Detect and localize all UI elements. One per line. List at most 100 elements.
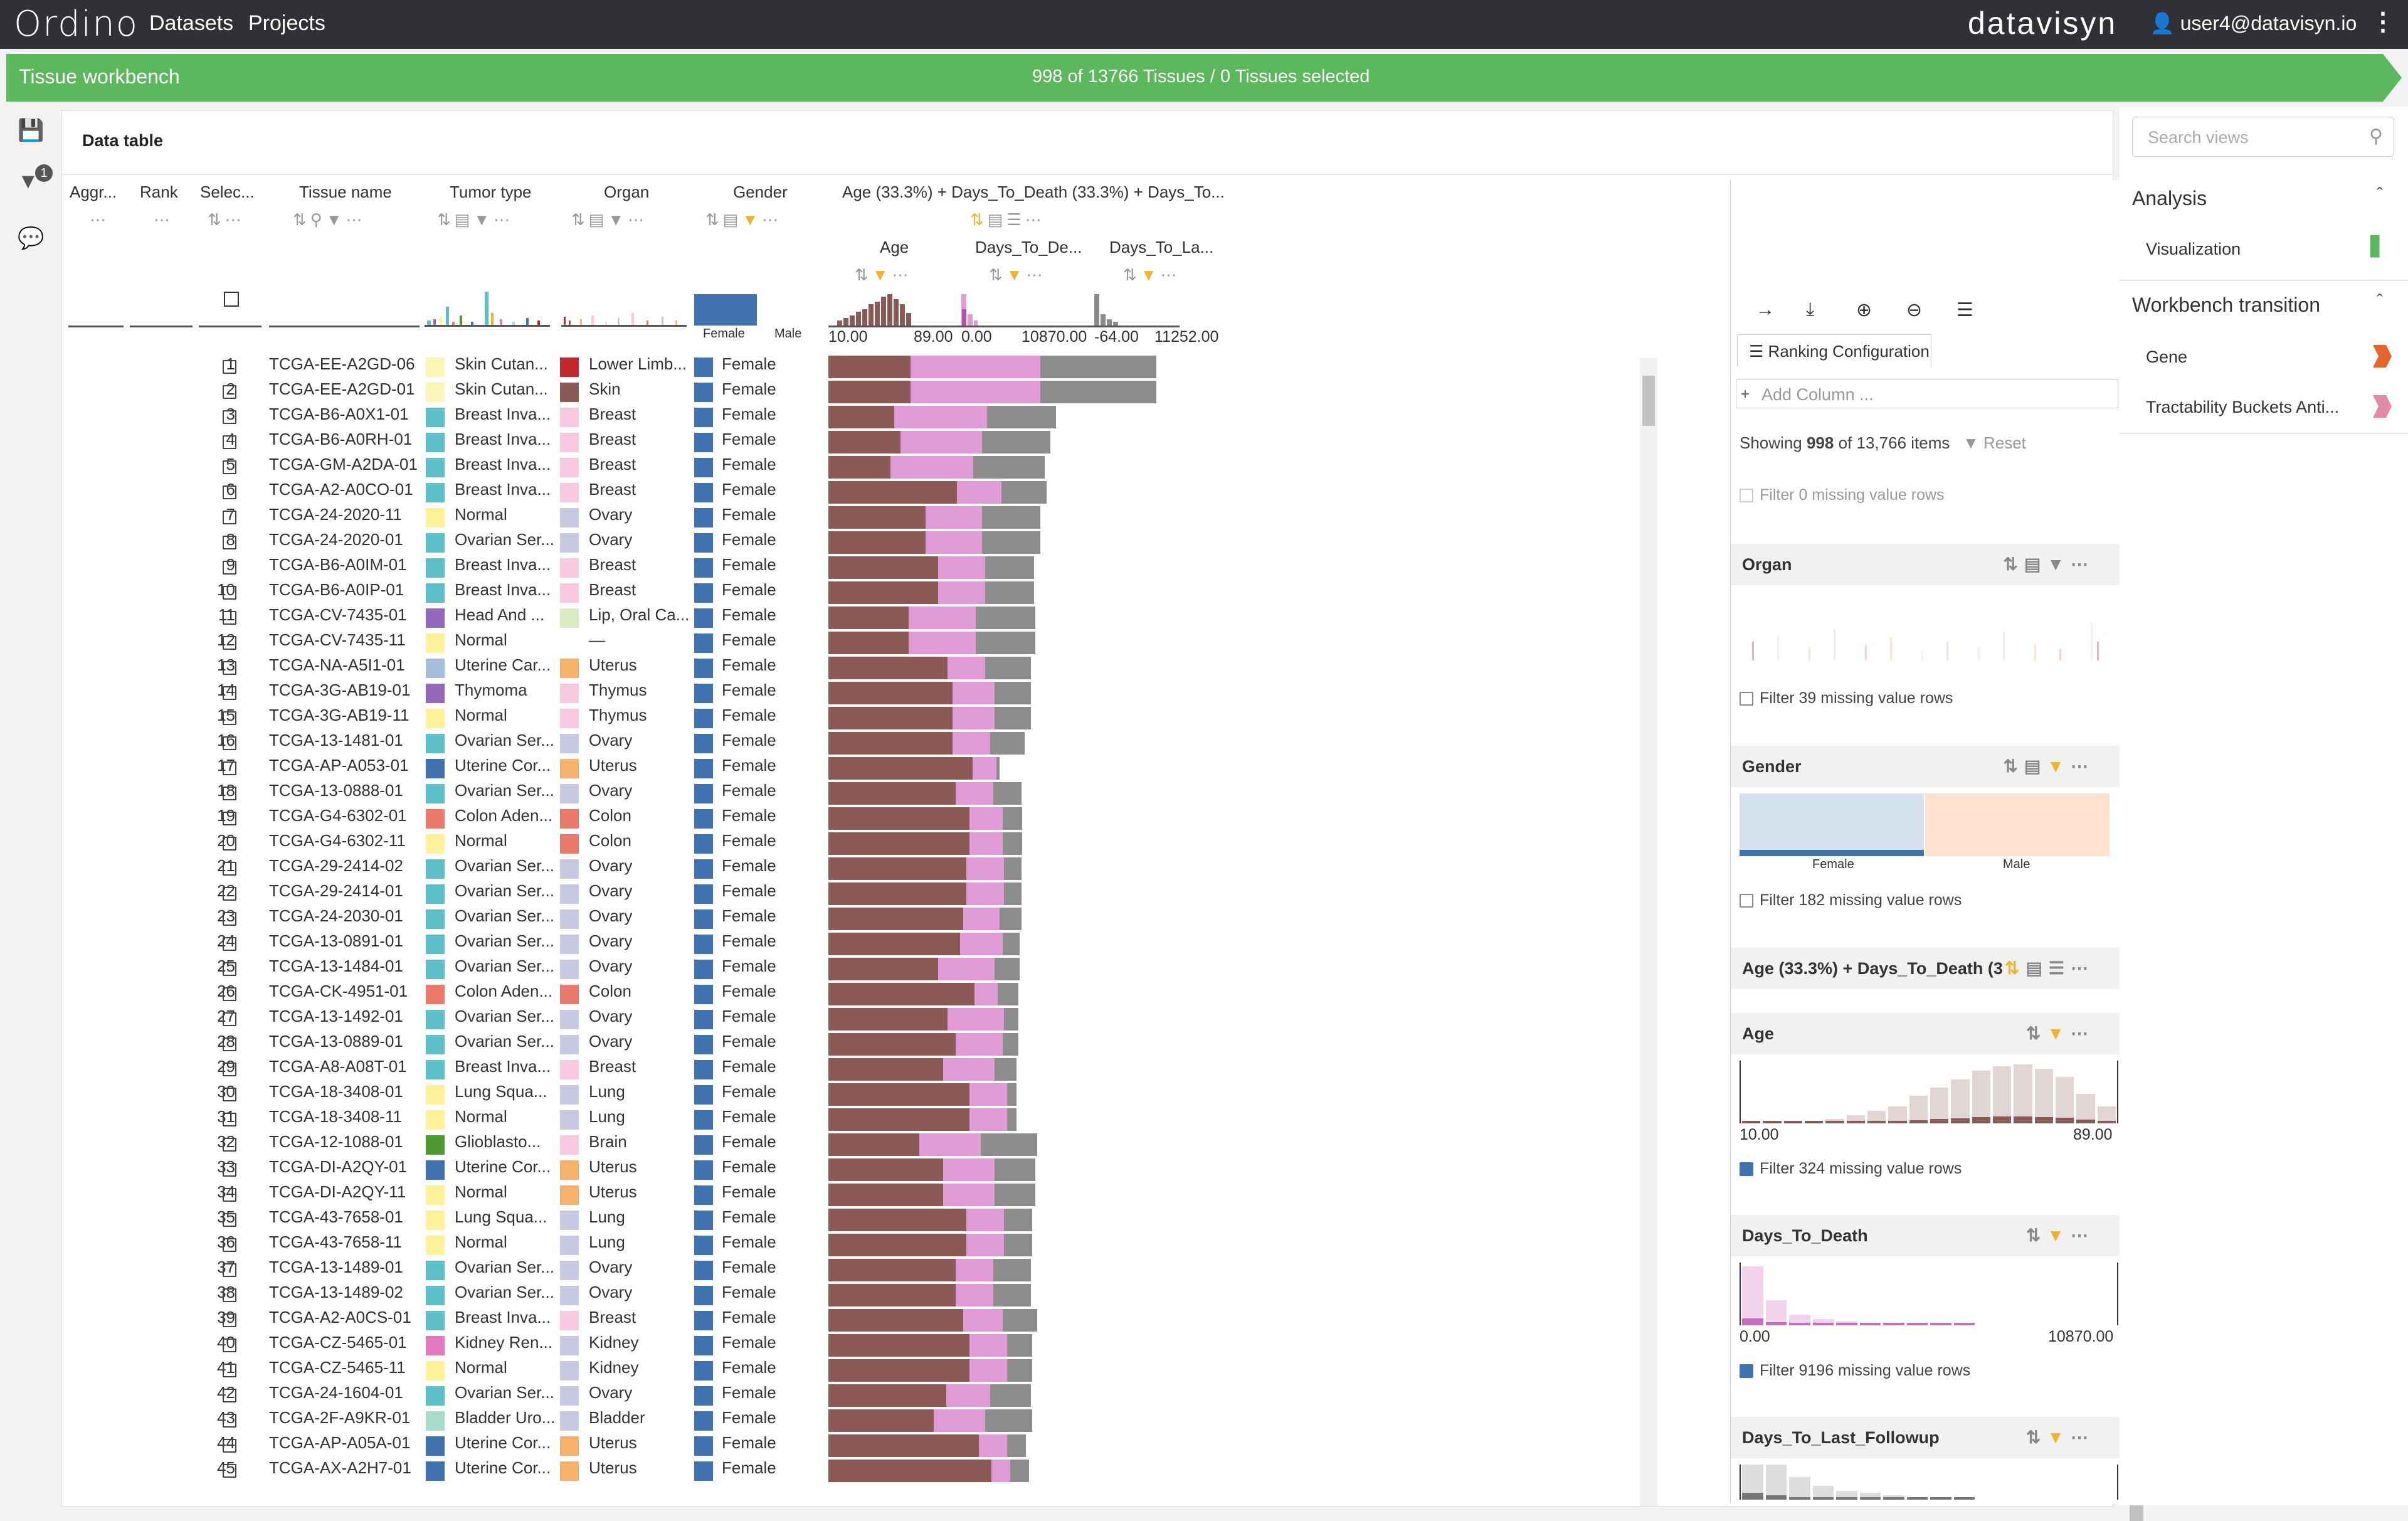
row-select-checkbox[interactable] xyxy=(223,611,236,625)
row-select-checkbox[interactable] xyxy=(223,1188,236,1202)
chevron-up-icon[interactable]: ˆ xyxy=(2377,184,2383,206)
row-select-checkbox[interactable] xyxy=(223,385,236,399)
row-select-checkbox[interactable] xyxy=(223,711,236,725)
transition-item-gene[interactable]: Gene xyxy=(2146,347,2187,367)
table-row[interactable]: 21 TCGA-29-2414-02 Ovarian Ser... Ovary Fema… xyxy=(62,856,1655,881)
search-icon[interactable]: ⚲ xyxy=(2369,125,2383,147)
row-select-checkbox[interactable] xyxy=(223,862,236,876)
row-select-checkbox[interactable] xyxy=(223,561,236,575)
table-row[interactable]: 25 TCGA-13-1484-01 Ovarian Ser... Ovary Fema… xyxy=(62,957,1655,982)
filter-icon[interactable]: ⇅▤▼⋯ xyxy=(437,210,514,230)
row-select-checkbox[interactable] xyxy=(223,1313,236,1327)
row-select-checkbox[interactable] xyxy=(223,912,236,926)
table-row[interactable]: 10 TCGA-B6-A0IP-01 Breast Inva... Breast Fem… xyxy=(62,580,1655,605)
age-filter-histogram[interactable] xyxy=(1740,1061,2118,1123)
table-row[interactable]: 20 TCGA-G4-6302-11 Normal Colon Female xyxy=(62,831,1655,856)
col-header-select[interactable]: Selec... xyxy=(200,183,255,202)
save-icon[interactable]: 💾 xyxy=(18,118,44,143)
age-section-header[interactable]: Age ⇅▼⋯ xyxy=(1731,1013,2120,1054)
row-select-checkbox[interactable] xyxy=(223,736,236,750)
table-row[interactable]: 30 TCGA-18-3408-01 Lung Squa... Lung Female xyxy=(62,1082,1655,1107)
organ-filter-histogram[interactable] xyxy=(1740,591,2110,660)
filter-active-icon[interactable]: ⇅▤▼⋯ xyxy=(705,210,782,230)
row-select-checkbox[interactable] xyxy=(223,887,236,901)
checkbox[interactable] xyxy=(1740,692,1753,706)
section-tools-icon[interactable]: ⇅▼⋯ xyxy=(2026,1225,2094,1246)
checkbox[interactable] xyxy=(1740,489,1753,502)
checkbox-checked[interactable] xyxy=(1740,1364,1753,1378)
row-select-checkbox[interactable] xyxy=(223,485,236,499)
view-item-visualization[interactable]: Visualization xyxy=(2146,240,2241,259)
table-row[interactable]: 18 TCGA-13-0888-01 Ovarian Ser... Ovary Fema… xyxy=(62,781,1655,806)
add-column-input[interactable]: Add Column ... xyxy=(1736,379,2118,408)
gender-section-header[interactable]: Gender ⇅▤▼⋯ xyxy=(1731,746,2120,787)
col-header-gender[interactable]: Gender xyxy=(733,183,788,202)
col-header-tissue-name[interactable]: Tissue name xyxy=(299,183,392,202)
search-views-input[interactable]: Search views xyxy=(2132,117,2394,157)
col-header-rank[interactable]: Rank xyxy=(140,183,178,202)
row-select-checkbox[interactable] xyxy=(223,1012,236,1026)
tumor-type-histogram[interactable] xyxy=(425,288,550,327)
table-row[interactable]: 28 TCGA-13-0889-01 Ovarian Ser... Ovary Fema… xyxy=(62,1032,1655,1057)
more-vertical-icon[interactable]: ⋮ xyxy=(2370,8,2395,36)
col-header-organ[interactable]: Organ xyxy=(604,183,649,202)
row-select-checkbox[interactable] xyxy=(223,987,236,1001)
table-row[interactable]: 27 TCGA-13-1492-01 Ovarian Ser... Ovary Fema… xyxy=(62,1007,1655,1032)
table-row[interactable]: 23 TCGA-24-2030-01 Ovarian Ser... Ovary Fema… xyxy=(62,906,1655,931)
table-row[interactable]: 36 TCGA-43-7658-11 Normal Lung Female xyxy=(62,1232,1655,1258)
nav-projects[interactable]: Projects xyxy=(248,11,325,36)
row-select-checkbox[interactable] xyxy=(223,812,236,825)
row-select-checkbox[interactable] xyxy=(223,1213,236,1227)
row-select-checkbox[interactable] xyxy=(223,761,236,775)
table-row[interactable]: 34 TCGA-DI-A2QY-11 Normal Uterus Female xyxy=(62,1182,1655,1207)
download-icon[interactable]: ⤓ xyxy=(1806,299,1814,321)
list-icon[interactable]: ☰ xyxy=(1956,299,1973,321)
row-select-checkbox[interactable] xyxy=(223,636,236,650)
table-row[interactable]: 31 TCGA-18-3408-11 Normal Lung Female xyxy=(62,1107,1655,1132)
row-select-checkbox[interactable] xyxy=(223,1338,236,1352)
table-row[interactable]: 24 TCGA-13-0891-01 Ovarian Ser... Ovary Fema… xyxy=(62,931,1655,957)
sort-icon[interactable]: ⇅⋯ xyxy=(208,210,245,230)
combined-section-header[interactable]: Age (33.3%) + Days_To_Death (3 ⇅▤☰⋯ xyxy=(1731,948,2120,989)
table-row[interactable]: 32 TCGA-12-1088-01 Glioblasto... Brain Femal… xyxy=(62,1132,1655,1157)
table-row[interactable]: 5 TCGA-GM-A2DA-01 Breast Inva... Breast Fema… xyxy=(62,455,1655,480)
filter-active-icon[interactable]: ⇅▼⋯ xyxy=(989,265,1047,285)
table-row[interactable]: 41 TCGA-CZ-5465-11 Normal Kidney Female xyxy=(62,1358,1655,1383)
last-followup-section-header[interactable]: Days_To_Last_Followup ⇅▼⋯ xyxy=(1731,1417,2120,1458)
table-row[interactable]: 3 TCGA-B6-A0X1-01 Breast Inva... Breast Fema… xyxy=(62,405,1655,430)
nav-datasets[interactable]: Datasets xyxy=(149,11,233,36)
death-section-header[interactable]: Days_To_Death ⇅▼⋯ xyxy=(1731,1215,2120,1256)
organ-histogram[interactable] xyxy=(561,288,687,327)
row-select-checkbox[interactable] xyxy=(223,1163,236,1177)
row-select-checkbox[interactable] xyxy=(223,1263,236,1277)
death-filter-histogram[interactable] xyxy=(1740,1263,2118,1325)
row-select-checkbox[interactable] xyxy=(223,937,236,951)
section-tools-icon[interactable]: ⇅▼⋯ xyxy=(2026,1427,2094,1448)
search-icon[interactable]: ⇅⚲▼⋯ xyxy=(293,210,366,230)
checkbox[interactable] xyxy=(1740,894,1753,908)
chevron-up-icon[interactable]: ˆ xyxy=(2377,291,2383,312)
filter-active-icon[interactable]: ⇅▼⋯ xyxy=(855,265,912,285)
col-header-aggregate[interactable]: Aggr... xyxy=(70,183,117,202)
row-select-checkbox[interactable] xyxy=(223,837,236,851)
table-row[interactable]: 4 TCGA-B6-A0RH-01 Breast Inva... Breast Fema… xyxy=(62,430,1655,455)
workbench-transition-title[interactable]: Workbench transition xyxy=(2132,294,2320,317)
table-row[interactable]: 2 TCGA-EE-A2GD-01 Skin Cutan... Skin Female xyxy=(62,379,1655,405)
row-select-checkbox[interactable] xyxy=(223,686,236,700)
table-row[interactable]: 14 TCGA-3G-AB19-01 Thymoma Thymus Female xyxy=(62,681,1655,706)
filter-icon[interactable]: ⇅▤▼⋯ xyxy=(571,210,648,230)
row-select-checkbox[interactable] xyxy=(223,1113,236,1126)
row-select-checkbox[interactable] xyxy=(223,586,236,600)
more-icon[interactable]: ⋯ xyxy=(154,210,174,230)
table-row[interactable]: 37 TCGA-13-1489-01 Ovarian Ser... Ovary Fema… xyxy=(62,1258,1655,1283)
brand-logo[interactable]: Ordino xyxy=(14,4,139,45)
table-row[interactable]: 1 TCGA-EE-A2GD-06 Skin Cutan... Lower Limb.… xyxy=(62,354,1655,379)
section-tools-icon[interactable]: ⇅▼⋯ xyxy=(2026,1023,2094,1044)
filter-active-icon[interactable]: ⇅▼⋯ xyxy=(1123,265,1181,285)
row-select-checkbox[interactable] xyxy=(223,1414,236,1428)
table-row[interactable]: 38 TCGA-13-1489-02 Ovarian Ser... Ovary Fema… xyxy=(62,1283,1655,1308)
subcol-header-days-to-death[interactable]: Days_To_De... xyxy=(975,238,1082,257)
col-header-combined-score[interactable]: Age (33.3%) + Days_To_Death (33.3%) + Da… xyxy=(842,183,1225,202)
combined-histograms[interactable] xyxy=(828,288,1180,328)
table-row[interactable]: 11 TCGA-CV-7435-01 Head And ... Lip, Oral C… xyxy=(62,605,1655,630)
